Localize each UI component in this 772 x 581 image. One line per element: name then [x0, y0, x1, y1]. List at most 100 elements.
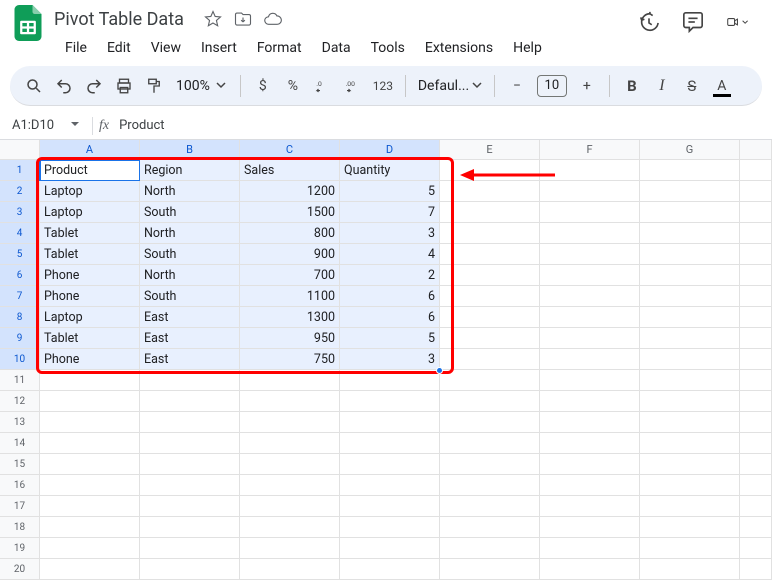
font-family-select[interactable]: Defaul... — [414, 78, 486, 94]
cell-E18[interactable] — [440, 517, 540, 538]
cell-C16[interactable] — [240, 475, 340, 496]
cell-A14[interactable] — [40, 433, 140, 454]
cell-E2[interactable] — [440, 181, 540, 202]
strikethrough-button[interactable]: S — [678, 72, 706, 100]
cell-A20[interactable] — [40, 559, 140, 580]
formula-input[interactable]: Product — [119, 118, 164, 133]
cell-F1[interactable] — [540, 160, 640, 181]
cell-C4[interactable]: 800 — [240, 223, 340, 244]
cell-C20[interactable] — [240, 559, 340, 580]
cell-extra[interactable] — [740, 559, 772, 580]
cell-B18[interactable] — [140, 517, 240, 538]
cell-F16[interactable] — [540, 475, 640, 496]
cell-B14[interactable] — [140, 433, 240, 454]
cell-D5[interactable]: 4 — [340, 244, 440, 265]
cell-A9[interactable]: Tablet — [40, 328, 140, 349]
cell-D15[interactable] — [340, 454, 440, 475]
cell-B2[interactable]: North — [140, 181, 240, 202]
cell-D18[interactable] — [340, 517, 440, 538]
cell-B4[interactable]: North — [140, 223, 240, 244]
bold-button[interactable]: B — [618, 72, 646, 100]
cell-G19[interactable] — [640, 538, 740, 559]
cell-D6[interactable]: 2 — [340, 265, 440, 286]
column-header-extra[interactable] — [740, 140, 772, 159]
comment-icon[interactable] — [682, 11, 704, 33]
cell-extra[interactable] — [740, 370, 772, 391]
cell-D17[interactable] — [340, 496, 440, 517]
cell-F20[interactable] — [540, 559, 640, 580]
row-header-10[interactable]: 10 — [0, 349, 40, 370]
cell-D14[interactable] — [340, 433, 440, 454]
menu-extensions[interactable]: Extensions — [416, 36, 502, 60]
row-header-6[interactable]: 6 — [0, 265, 40, 286]
cell-F11[interactable] — [540, 370, 640, 391]
cell-D20[interactable] — [340, 559, 440, 580]
cell-D13[interactable] — [340, 412, 440, 433]
cell-G16[interactable] — [640, 475, 740, 496]
cell-F18[interactable] — [540, 517, 640, 538]
cell-extra[interactable] — [740, 412, 772, 433]
print-icon[interactable] — [110, 72, 138, 100]
cell-F6[interactable] — [540, 265, 640, 286]
italic-button[interactable]: I — [648, 72, 676, 100]
cell-B1[interactable]: Region — [140, 160, 240, 181]
cell-C6[interactable]: 700 — [240, 265, 340, 286]
cell-A6[interactable]: Phone — [40, 265, 140, 286]
cell-extra[interactable] — [740, 349, 772, 370]
row-header-19[interactable]: 19 — [0, 538, 40, 559]
cell-A3[interactable]: Laptop — [40, 202, 140, 223]
meet-video-icon[interactable] — [726, 11, 748, 33]
cell-A17[interactable] — [40, 496, 140, 517]
cell-C5[interactable]: 900 — [240, 244, 340, 265]
cell-E15[interactable] — [440, 454, 540, 475]
cell-D19[interactable] — [340, 538, 440, 559]
cell-B13[interactable] — [140, 412, 240, 433]
decrease-decimal-icon[interactable]: .0 — [309, 72, 337, 100]
cell-A11[interactable] — [40, 370, 140, 391]
cell-G4[interactable] — [640, 223, 740, 244]
row-header-16[interactable]: 16 — [0, 475, 40, 496]
cell-B17[interactable] — [140, 496, 240, 517]
cell-C2[interactable]: 1200 — [240, 181, 340, 202]
cell-E8[interactable] — [440, 307, 540, 328]
cell-G15[interactable] — [640, 454, 740, 475]
cell-F17[interactable] — [540, 496, 640, 517]
cell-E11[interactable] — [440, 370, 540, 391]
cell-E4[interactable] — [440, 223, 540, 244]
cell-B12[interactable] — [140, 391, 240, 412]
cell-A10[interactable]: Phone — [40, 349, 140, 370]
cell-F5[interactable] — [540, 244, 640, 265]
cell-D16[interactable] — [340, 475, 440, 496]
row-header-20[interactable]: 20 — [0, 559, 40, 580]
cell-B7[interactable]: South — [140, 286, 240, 307]
cell-extra[interactable] — [740, 433, 772, 454]
cell-extra[interactable] — [740, 286, 772, 307]
cell-G18[interactable] — [640, 517, 740, 538]
cell-G6[interactable] — [640, 265, 740, 286]
cell-F4[interactable] — [540, 223, 640, 244]
cell-extra[interactable] — [740, 454, 772, 475]
cell-A4[interactable]: Tablet — [40, 223, 140, 244]
cell-G10[interactable] — [640, 349, 740, 370]
cell-G3[interactable] — [640, 202, 740, 223]
cell-B10[interactable]: East — [140, 349, 240, 370]
format-123-button[interactable]: 123 — [369, 72, 397, 100]
cell-E16[interactable] — [440, 475, 540, 496]
cell-extra[interactable] — [740, 496, 772, 517]
cell-extra[interactable] — [740, 538, 772, 559]
column-header-E[interactable]: E — [440, 140, 540, 159]
cell-A18[interactable] — [40, 517, 140, 538]
menu-file[interactable]: File — [56, 36, 96, 60]
cell-F15[interactable] — [540, 454, 640, 475]
cell-F12[interactable] — [540, 391, 640, 412]
row-header-1[interactable]: 1 — [0, 160, 40, 181]
cell-D8[interactable]: 6 — [340, 307, 440, 328]
cell-A2[interactable]: Laptop — [40, 181, 140, 202]
cell-C19[interactable] — [240, 538, 340, 559]
cell-C3[interactable]: 1500 — [240, 202, 340, 223]
cell-E17[interactable] — [440, 496, 540, 517]
column-header-C[interactable]: C — [240, 140, 340, 159]
cell-D12[interactable] — [340, 391, 440, 412]
cell-B20[interactable] — [140, 559, 240, 580]
redo-icon[interactable] — [80, 72, 108, 100]
